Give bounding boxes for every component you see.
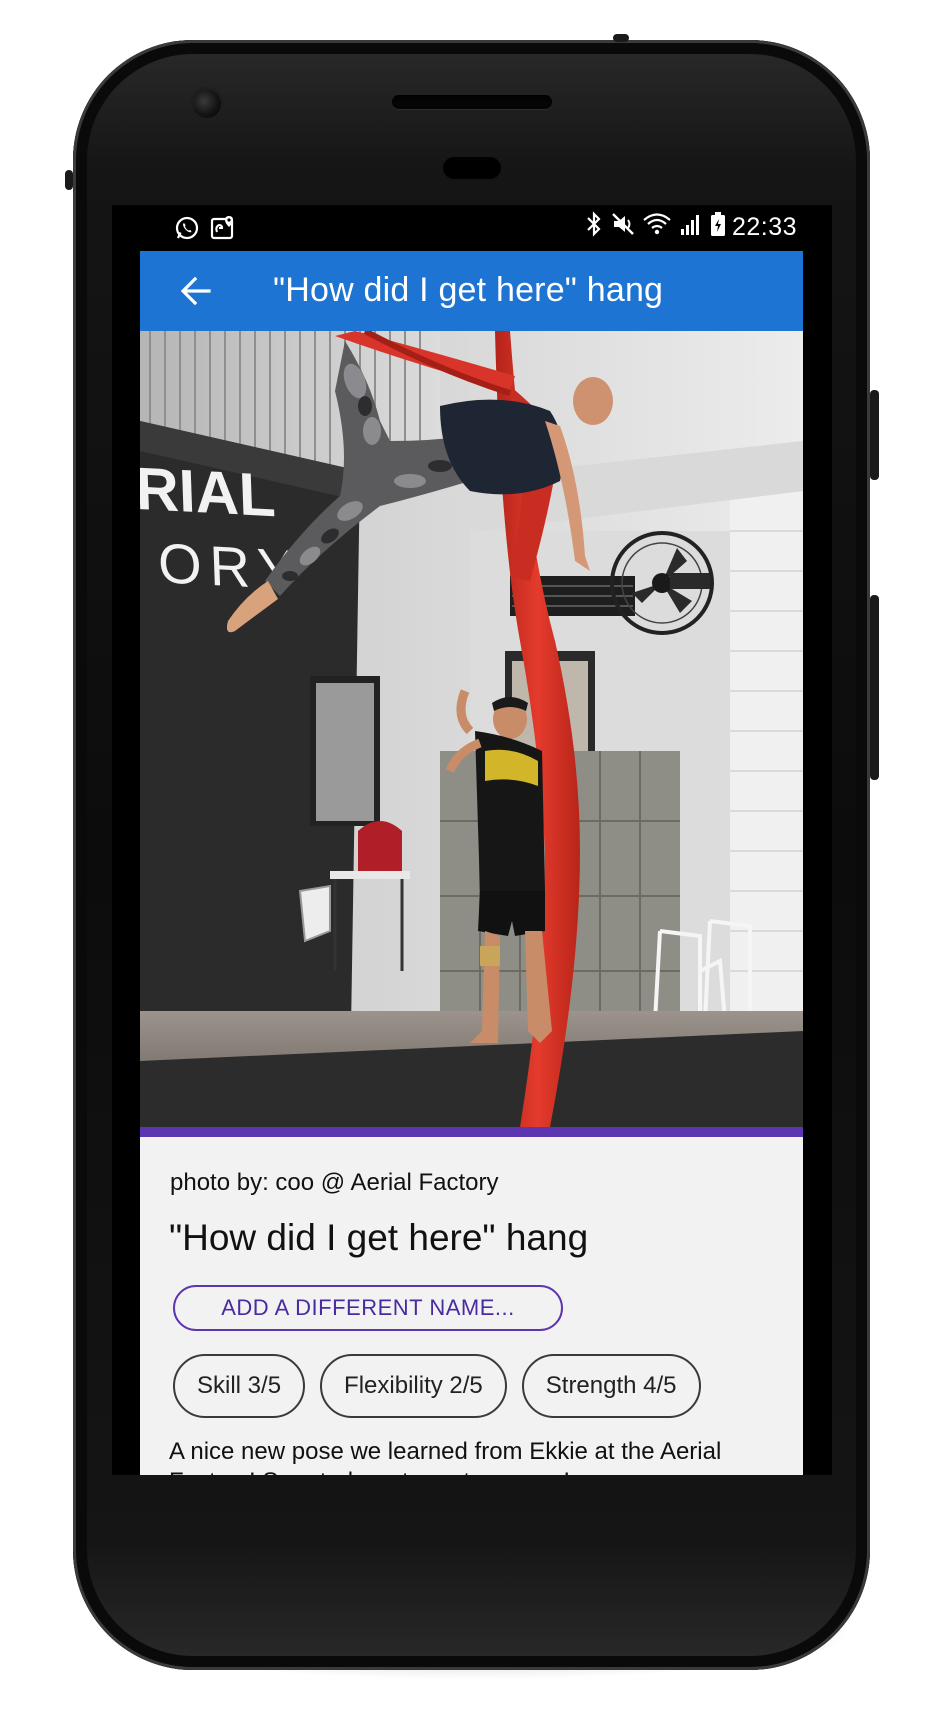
status-bar: 22:33 xyxy=(112,205,832,251)
accent-bar xyxy=(140,1127,803,1137)
photo-credit: photo by: coo @ Aerial Factory xyxy=(170,1169,499,1196)
phone-screen: 22:33 "How did I get here" hang RIAL ORY… xyxy=(112,205,832,1475)
power-button xyxy=(870,390,879,480)
wifi-icon xyxy=(642,211,672,244)
left-edge-notch xyxy=(65,170,73,190)
add-different-name-button[interactable]: ADD A DIFFERENT NAME... xyxy=(173,1285,563,1331)
status-left-icons xyxy=(174,215,236,246)
pose-photo[interactable]: RIAL ORY xyxy=(140,331,803,1127)
front-camera xyxy=(193,90,221,118)
pose-title: "How did I get here" hang xyxy=(169,1217,589,1258)
arrow-left-icon xyxy=(180,276,211,306)
app-window: "How did I get here" hang RIAL ORY photo… xyxy=(140,251,803,1475)
whatsapp-icon xyxy=(174,215,200,246)
status-time: 22:33 xyxy=(731,213,797,241)
earpiece-speaker xyxy=(392,95,552,109)
top-edge-notch xyxy=(613,34,629,42)
back-button[interactable] xyxy=(178,273,214,309)
flexibility-chip[interactable]: Flexibility 2/5 xyxy=(320,1354,507,1418)
strength-chip[interactable]: Strength 4/5 xyxy=(521,1354,701,1418)
maps-location-icon xyxy=(210,215,236,246)
battery-icon xyxy=(710,211,726,244)
mute-icon xyxy=(610,211,636,244)
aerial-silks-photo: RIAL ORY xyxy=(140,331,803,1127)
volume-button xyxy=(870,595,879,780)
status-right-icons: 22:33 xyxy=(584,211,797,244)
skill-chip[interactable]: Skill 3/5 xyxy=(173,1354,306,1418)
rating-chips: Skill 3/5 Flexibility 2/5 Strength 4/5 xyxy=(173,1354,701,1418)
pose-description: A nice new pose we learned from Ekkie at… xyxy=(169,1438,722,1475)
app-bar-title: "How did I get here" hang xyxy=(273,271,664,309)
bluetooth-icon xyxy=(584,211,604,244)
wall-sign-line1: RIAL xyxy=(140,455,277,529)
app-bar: "How did I get here" hang xyxy=(140,251,803,331)
proximity-sensor xyxy=(443,157,501,179)
signal-icon xyxy=(678,211,704,244)
